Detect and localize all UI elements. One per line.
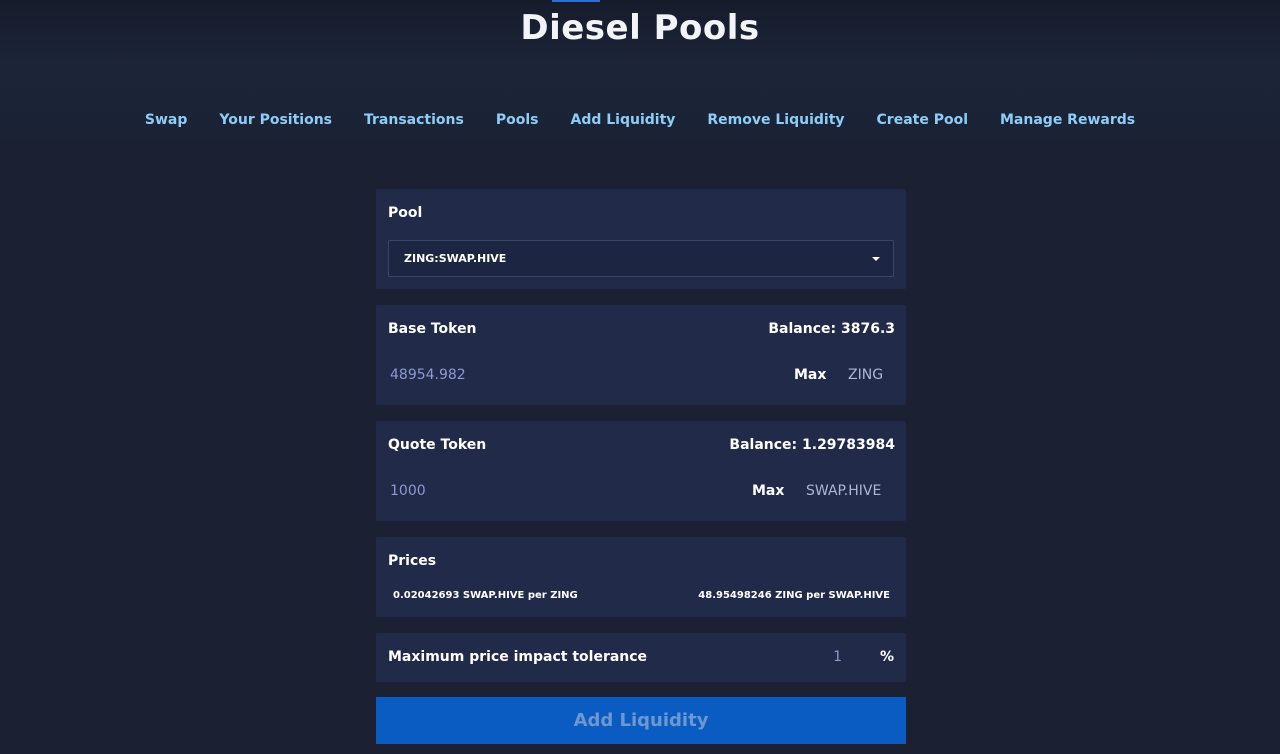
nav-add-liquidity[interactable]: Add Liquidity bbox=[570, 112, 675, 128]
prices-label: Prices bbox=[388, 553, 437, 569]
nav-remove-liquidity[interactable]: Remove Liquidity bbox=[707, 112, 844, 128]
pool-label: Pool bbox=[388, 205, 423, 221]
pool-select[interactable]: ZING:SWAP.HIVE bbox=[388, 240, 894, 277]
page-title: Diesel Pools bbox=[520, 8, 760, 48]
main-nav: Swap Your Positions Transactions Pools A… bbox=[0, 112, 1280, 128]
caret-down-icon bbox=[872, 257, 880, 261]
base-token-label: Base Token bbox=[388, 321, 477, 337]
tolerance-input[interactable]: 1 bbox=[833, 649, 842, 665]
quote-token-label: Quote Token bbox=[388, 437, 487, 453]
quote-token-amount-input[interactable]: 1000 bbox=[390, 483, 690, 499]
nav-your-positions[interactable]: Your Positions bbox=[219, 112, 332, 128]
tolerance-card: Maximum price impact tolerance 1 % bbox=[376, 633, 906, 682]
price-base-per-quote: 48.95498246 ZING per SWAP.HIVE bbox=[698, 590, 890, 601]
quote-token-balance: Balance: 1.29783984 bbox=[729, 437, 895, 453]
base-token-amount-input[interactable]: 48954.982 bbox=[390, 367, 690, 383]
prices-card: Prices 0.02042693 SWAP.HIVE per ZING 48.… bbox=[376, 537, 906, 617]
base-token-card: Base Token Balance: 3876.3 48954.982 Max… bbox=[376, 305, 906, 405]
price-quote-per-base: 0.02042693 SWAP.HIVE per ZING bbox=[393, 590, 578, 601]
nav-transactions[interactable]: Transactions bbox=[364, 112, 464, 128]
nav-pools[interactable]: Pools bbox=[496, 112, 539, 128]
base-token-balance: Balance: 3876.3 bbox=[768, 321, 895, 337]
pool-selected-value: ZING:SWAP.HIVE bbox=[404, 252, 507, 265]
nav-swap[interactable]: Swap bbox=[145, 112, 188, 128]
nav-create-pool[interactable]: Create Pool bbox=[877, 112, 968, 128]
tolerance-label: Maximum price impact tolerance bbox=[388, 649, 648, 665]
tolerance-unit: % bbox=[879, 649, 894, 665]
quote-token-card: Quote Token Balance: 1.29783984 1000 Max… bbox=[376, 421, 906, 521]
quote-token-symbol: SWAP.HIVE bbox=[806, 483, 882, 499]
add-liquidity-button[interactable]: Add Liquidity bbox=[376, 697, 906, 744]
quote-token-max-button[interactable]: Max bbox=[752, 483, 784, 499]
header-accent-bar bbox=[552, 0, 600, 2]
base-token-max-button[interactable]: Max bbox=[794, 367, 826, 383]
nav-manage-rewards[interactable]: Manage Rewards bbox=[1000, 112, 1135, 128]
pool-card: Pool ZING:SWAP.HIVE bbox=[376, 189, 906, 289]
header-banner: Diesel Pools Swap Your Positions Transac… bbox=[0, 0, 1280, 141]
base-token-symbol: ZING bbox=[848, 367, 884, 383]
